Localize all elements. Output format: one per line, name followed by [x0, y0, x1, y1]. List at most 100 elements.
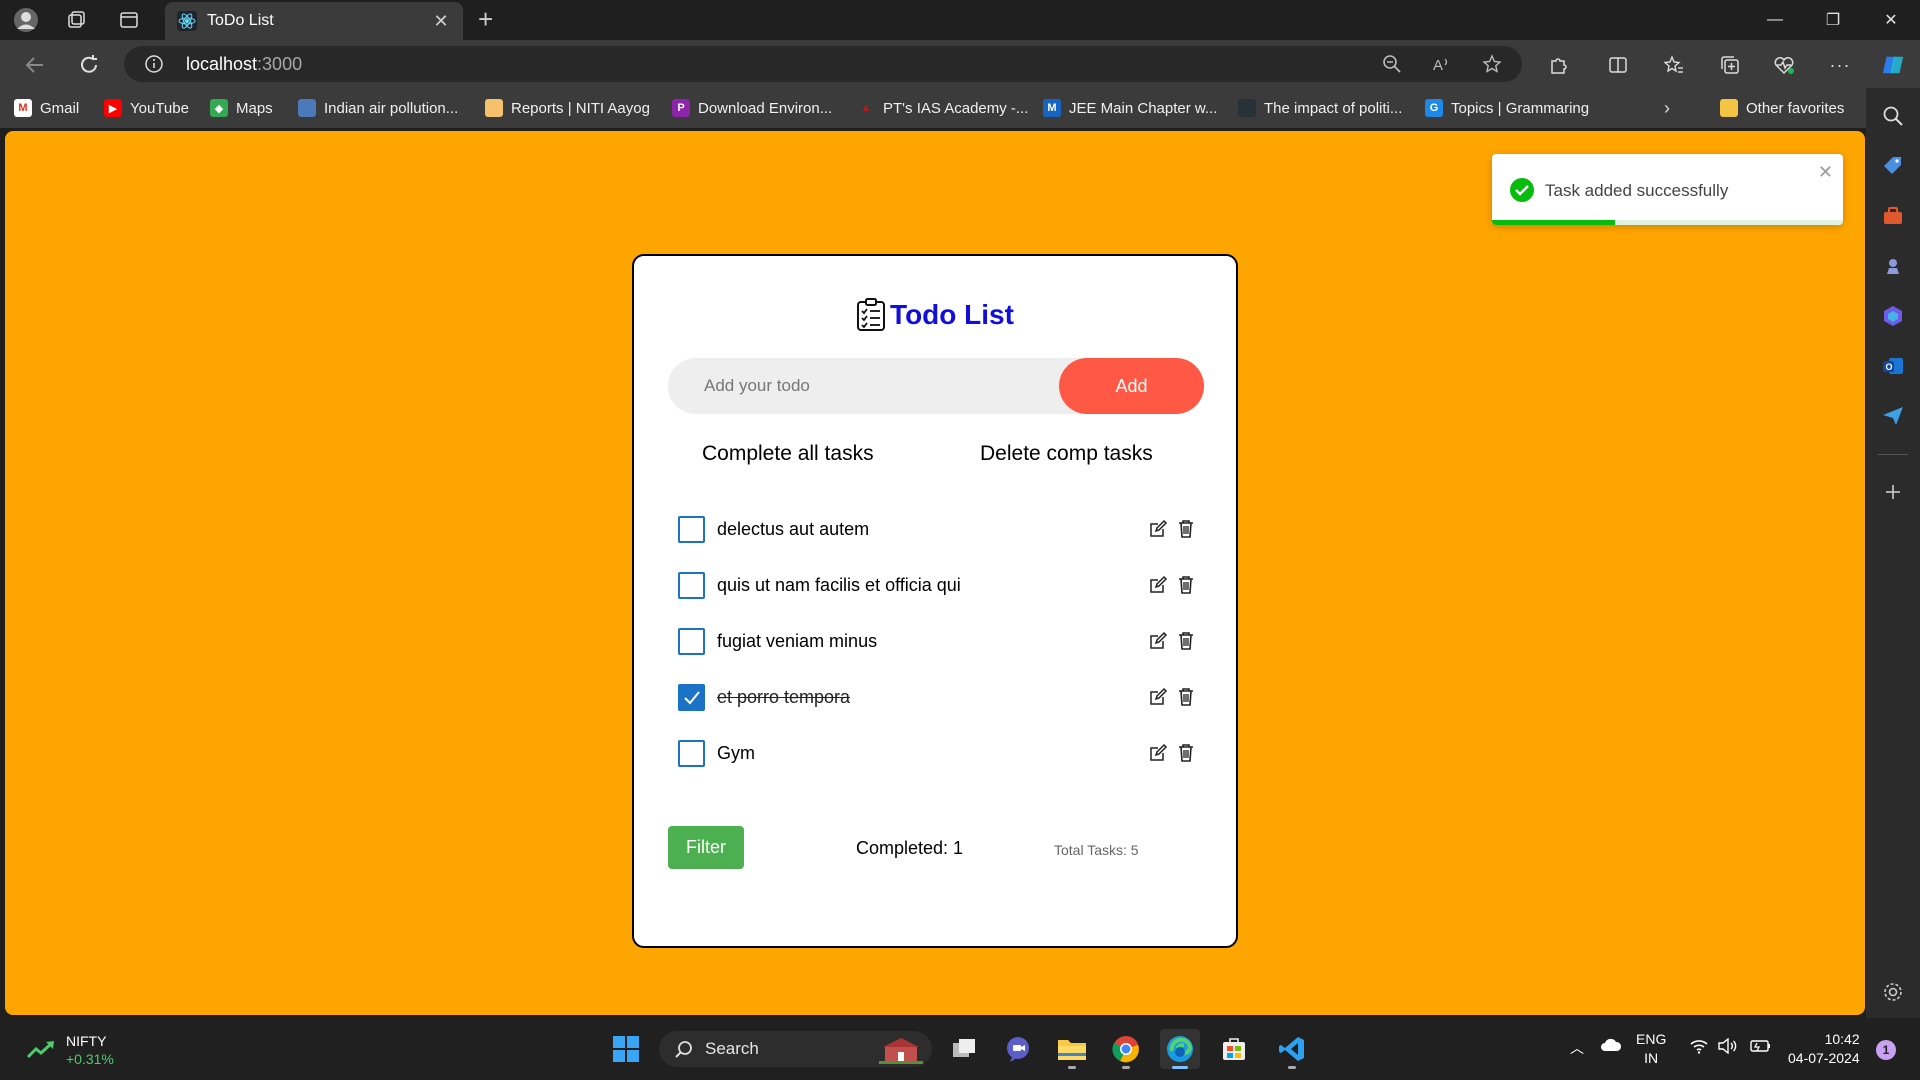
back-icon[interactable]	[20, 50, 50, 80]
app-header: Todo List	[634, 298, 1236, 332]
todo-input[interactable]	[668, 358, 1068, 414]
task-view-icon[interactable]	[944, 1029, 984, 1069]
favorite-gmail[interactable]: M Gmail	[14, 96, 79, 120]
workspaces-icon[interactable]	[63, 6, 91, 34]
more-options-icon[interactable]: ···	[1828, 53, 1852, 77]
collections-icon[interactable]	[1718, 53, 1742, 77]
wifi-icon[interactable]	[1690, 1038, 1708, 1057]
favorites-icon[interactable]	[1662, 53, 1686, 77]
outlook-icon[interactable]: O	[1881, 354, 1905, 378]
trash-icon[interactable]	[1177, 743, 1195, 763]
clock-time: 10:42	[1824, 1031, 1860, 1047]
volume-icon[interactable]	[1718, 1037, 1738, 1057]
task-item: fugiat veniam minus	[678, 626, 1198, 656]
games-icon[interactable]	[1881, 254, 1905, 278]
favorite-youtube[interactable]: ▶ YouTube	[104, 96, 189, 120]
add-button[interactable]: Add	[1059, 358, 1204, 414]
task-text: et porro tempora	[717, 687, 851, 707]
show-hidden-icons-chevron-icon[interactable]: ︿	[1570, 1038, 1584, 1058]
favorite-maps[interactable]: ◆ Maps	[210, 96, 273, 120]
edit-icon[interactable]	[1148, 519, 1168, 539]
tab-actions-icon[interactable]	[115, 6, 143, 34]
copilot-icon[interactable]	[1881, 53, 1905, 77]
favorite-indian-air-pollution[interactable]: Indian air pollution...	[298, 96, 458, 120]
zoom-icon[interactable]	[1382, 54, 1402, 74]
task-checkbox[interactable]	[678, 740, 705, 767]
windows-taskbar: NIFTY +0.31% Search ︿ ENG IN 10:42 04-07…	[0, 1018, 1920, 1080]
task-checkbox[interactable]	[678, 628, 705, 655]
favorite-star-icon[interactable]	[1482, 54, 1502, 74]
browser-essentials-icon[interactable]	[1772, 53, 1796, 77]
trash-icon[interactable]	[1177, 519, 1195, 539]
trash-icon[interactable]	[1177, 575, 1195, 595]
g-icon: G	[1425, 99, 1443, 117]
restore-icon[interactable]: ❐	[1804, 0, 1862, 40]
split-screen-icon[interactable]	[1606, 53, 1630, 77]
notification-badge[interactable]: 1	[1876, 1040, 1896, 1060]
edit-icon[interactable]	[1148, 631, 1168, 651]
favorites-bar: M Gmail ▶ YouTube ◆ Maps Indian air polluti…	[0, 88, 1870, 128]
system-clock[interactable]: 10:42 04-07-2024	[1788, 1030, 1860, 1068]
checkmark-icon	[684, 691, 700, 705]
battery-icon[interactable]	[1748, 1038, 1772, 1057]
chrome-icon[interactable]	[1106, 1029, 1146, 1069]
add-icon[interactable]	[1881, 480, 1905, 504]
favorite-jee-main[interactable]: M JEE Main Chapter w...	[1043, 96, 1217, 120]
refresh-icon[interactable]	[74, 50, 104, 80]
delete-completed-tasks-button[interactable]: Delete comp tasks	[980, 442, 1153, 466]
task-checkbox[interactable]	[678, 572, 705, 599]
svg-text:A: A	[1433, 57, 1443, 74]
task-item: delectus aut autem	[678, 514, 1198, 544]
input-language-indicator[interactable]: ENG IN	[1636, 1030, 1666, 1068]
stock-widget[interactable]: NIFTY +0.31%	[26, 1032, 114, 1068]
search-icon[interactable]	[1881, 104, 1905, 128]
favorite-impact-of-politics[interactable]: The impact of politi...	[1238, 96, 1402, 120]
onedrive-cloud-icon[interactable]	[1600, 1038, 1622, 1055]
send-icon[interactable]	[1881, 404, 1905, 428]
close-tab-icon[interactable]: ✕	[431, 11, 451, 32]
favorites-overflow-chevron-icon[interactable]: ›	[1664, 96, 1670, 120]
minimize-icon[interactable]: —	[1746, 0, 1804, 40]
url-text: localhost:3000	[186, 54, 303, 74]
complete-all-tasks-button[interactable]: Complete all tasks	[702, 442, 874, 466]
favorite-download-environ[interactable]: P Download Environ...	[672, 96, 832, 120]
shopping-tag-icon[interactable]	[1881, 154, 1905, 178]
trash-icon[interactable]	[1177, 687, 1195, 707]
settings-gear-icon[interactable]	[1881, 980, 1905, 1004]
file-explorer-icon[interactable]	[1052, 1029, 1092, 1069]
task-checkbox[interactable]	[678, 516, 705, 543]
task-item: Gym	[678, 738, 1198, 768]
toast-close-icon[interactable]: ✕	[1818, 162, 1833, 183]
edit-icon[interactable]	[1148, 743, 1168, 763]
task-checkbox-checked[interactable]	[678, 684, 705, 711]
new-tab-icon[interactable]: +	[478, 6, 493, 32]
favorite-pts-ias-academy[interactable]: ▲ PT's IAS Academy -...	[857, 96, 1029, 120]
profile-avatar-icon[interactable]	[12, 6, 40, 34]
site-info-icon[interactable]	[144, 54, 164, 74]
tools-icon[interactable]	[1881, 204, 1905, 228]
extensions-icon[interactable]	[1546, 53, 1570, 77]
page-icon	[298, 99, 316, 117]
favorite-niti-aayog[interactable]: Reports | NITI Aayog	[485, 96, 650, 120]
edit-icon[interactable]	[1148, 687, 1168, 707]
vscode-icon[interactable]	[1272, 1029, 1312, 1069]
taskbar-search[interactable]: Search	[659, 1031, 932, 1067]
close-window-icon[interactable]: ✕	[1862, 0, 1920, 40]
microsoft-store-icon[interactable]	[1214, 1029, 1254, 1069]
folder-icon	[1720, 99, 1738, 117]
trash-icon[interactable]	[1177, 631, 1195, 651]
start-windows-icon[interactable]	[606, 1029, 646, 1069]
other-favorites[interactable]: Other favorites	[1720, 96, 1844, 120]
app-running-indicator	[1122, 1066, 1130, 1069]
favorite-grammaring[interactable]: G Topics | Grammaring	[1425, 96, 1589, 120]
read-aloud-icon[interactable]: A	[1432, 54, 1452, 74]
taskbar-search-label: Search	[705, 1039, 759, 1058]
filter-button[interactable]: Filter	[668, 826, 744, 869]
copilot-sidebar-icon[interactable]	[1881, 304, 1905, 328]
toast-notification: Task added successfully ✕	[1492, 154, 1843, 225]
address-bar[interactable]: localhost:3000 A	[124, 46, 1522, 82]
edit-icon[interactable]	[1148, 575, 1168, 595]
teams-chat-icon[interactable]	[998, 1029, 1038, 1069]
tab-todo-list[interactable]: ToDo List ✕	[165, 2, 463, 40]
edge-browser-icon[interactable]	[1160, 1029, 1200, 1069]
